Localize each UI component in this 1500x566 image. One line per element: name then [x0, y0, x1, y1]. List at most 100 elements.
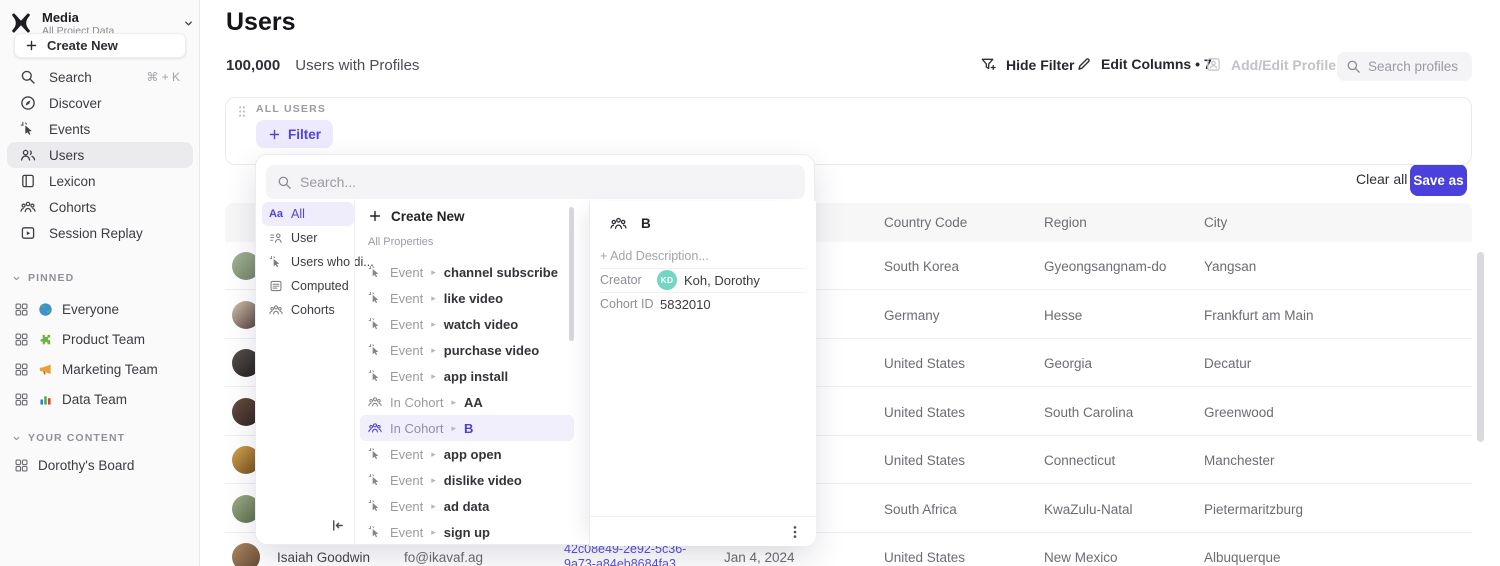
drag-handle-icon[interactable] — [237, 105, 247, 118]
property-prefix: Event — [390, 317, 423, 332]
arrow-separator: ▸ — [431, 475, 436, 486]
property-item-event-sign-up[interactable]: Event ▸ sign up — [360, 519, 574, 545]
column-header-region[interactable]: Region — [1044, 203, 1087, 242]
property-value: AA — [464, 395, 483, 410]
add-filter-label: Filter — [288, 127, 321, 142]
board-grid-icon — [14, 362, 29, 377]
property-item-event-like-video[interactable]: Event ▸ like video — [360, 285, 574, 311]
property-item-event-channel-subscribe[interactable]: Event ▸ channel subscribe — [360, 259, 574, 285]
arrow-separator: ▸ — [451, 423, 456, 434]
edit-columns-button[interactable]: Edit Columns • 7 — [1076, 56, 1212, 72]
dropdown-scrollbar-thumb[interactable] — [569, 207, 574, 341]
category-user[interactable]: User — [262, 226, 354, 250]
events-icon — [368, 499, 382, 513]
property-prefix: Event — [390, 265, 423, 280]
arrow-separator: ▸ — [431, 267, 436, 278]
search-shortcut: ⌘ + K — [146, 70, 180, 84]
save-as-button[interactable]: Save as — [1410, 164, 1467, 196]
board-grid-icon — [14, 458, 29, 473]
bar-chart-emoji-icon — [38, 392, 53, 407]
property-prefix: Event — [390, 499, 423, 514]
user-count-label: Users with Profiles — [295, 57, 419, 74]
cell-region: Georgia — [1044, 339, 1092, 387]
chevron-down-icon — [183, 18, 194, 29]
app-window: Media All Project Data Create New Search… — [0, 0, 1500, 566]
arrow-separator: ▸ — [431, 501, 436, 512]
table-scrollbar-thumb[interactable] — [1477, 252, 1484, 442]
property-item-in-cohort-b[interactable]: In Cohort ▸ B — [360, 415, 574, 441]
property-item-event-ad-data[interactable]: Event ▸ ad data — [360, 493, 574, 519]
cell-country-code: United States — [884, 388, 965, 436]
dropdown-search-input[interactable] — [300, 174, 794, 190]
your-content-item-label: Dorothy's Board — [38, 458, 134, 473]
column-header-city[interactable]: City — [1204, 203, 1227, 242]
globe-emoji-icon — [38, 302, 53, 317]
column-header-country-code[interactable]: Country Code — [884, 203, 967, 242]
property-item-event-watch-video[interactable]: Event ▸ watch video — [360, 311, 574, 337]
plus-icon — [368, 209, 382, 223]
add-filter-button[interactable]: Filter — [256, 120, 333, 148]
property-prefix: Event — [390, 473, 423, 488]
text-aa-icon: Aa — [269, 207, 283, 221]
cell-country-code: South Africa — [884, 485, 957, 533]
creator-name: Koh, Dorothy — [684, 273, 760, 288]
your-content-section-header[interactable]: YOUR CONTENT — [12, 432, 125, 444]
pinned-item-product-team[interactable]: Product Team — [0, 324, 200, 354]
dropdown-create-new-button[interactable]: Create New — [360, 203, 574, 229]
cohort-id-label: Cohort ID — [600, 297, 660, 311]
sidebar-item-label: Session Replay — [49, 226, 143, 241]
sidebar-item-users[interactable]: Users — [7, 142, 193, 168]
collapse-panel-icon[interactable] — [330, 518, 346, 534]
cell-country-code: South Korea — [884, 242, 959, 290]
property-item-event-app-install[interactable]: Event ▸ app install — [360, 363, 574, 389]
category-users-who-did[interactable]: Users who di... — [262, 250, 354, 274]
hide-filter-button[interactable]: Hide Filter — [980, 56, 1074, 73]
property-prefix: In Cohort — [390, 395, 443, 410]
dropdown-divider — [354, 199, 355, 545]
property-item-in-cohort-aa[interactable]: In Cohort ▸ AA — [360, 389, 574, 415]
pinned-item-everyone[interactable]: Everyone — [0, 294, 200, 324]
pinned-item-data-team[interactable]: Data Team — [0, 384, 200, 414]
profiles-search-input[interactable] — [1368, 59, 1463, 74]
category-computed[interactable]: Computed — [262, 274, 354, 298]
add-edit-profile-label: Add/Edit Profile — [1231, 57, 1336, 73]
sidebar-item-cohorts[interactable]: Cohorts — [7, 194, 193, 220]
sidebar-item-session-replay[interactable]: Session Replay — [7, 220, 193, 246]
search-icon — [20, 69, 36, 85]
category-label: Cohorts — [291, 303, 335, 317]
create-new-button[interactable]: Create New — [14, 33, 186, 58]
dropdown-create-new-label: Create New — [391, 209, 465, 224]
cohort-title-row: B — [610, 215, 651, 232]
events-icon — [368, 317, 382, 331]
property-item-event-purchase-video[interactable]: Event ▸ purchase video — [360, 337, 574, 363]
sidebar-item-discover[interactable]: Discover — [7, 90, 193, 116]
category-all[interactable]: Aa All — [262, 202, 354, 226]
cell-city: Yangsan — [1204, 242, 1256, 290]
kebab-menu-icon[interactable] — [787, 524, 803, 540]
property-prefix: Event — [390, 343, 423, 358]
cohorts-icon — [610, 215, 627, 232]
sidebar-item-events[interactable]: Events — [7, 116, 193, 142]
pinned-section-header[interactable]: PINNED — [12, 272, 74, 284]
add-description-button[interactable]: + Add Description... — [600, 249, 709, 263]
sidebar-item-search[interactable]: Search ⌘ + K — [7, 64, 193, 90]
property-prefix: In Cohort — [390, 421, 443, 436]
cell-region: South Carolina — [1044, 388, 1133, 436]
your-content-item-dorothys-board[interactable]: Dorothy's Board — [0, 452, 200, 478]
funnel-plus-icon — [980, 56, 997, 73]
arrow-separator: ▸ — [431, 319, 436, 330]
add-edit-profile-button[interactable]: Add/Edit Profile — [1205, 56, 1336, 73]
property-item-event-app-open[interactable]: Event ▸ app open — [360, 441, 574, 467]
cell-city: Pietermaritzburg — [1204, 485, 1303, 533]
clear-all-button[interactable]: Clear all — [1356, 171, 1407, 187]
sidebar-item-lexicon[interactable]: Lexicon — [7, 168, 193, 194]
pinned-item-marketing-team[interactable]: Marketing Team — [0, 354, 200, 384]
search-icon — [277, 175, 292, 190]
your-content-label: YOUR CONTENT — [28, 432, 125, 444]
property-item-event-dislike-video[interactable]: Event ▸ dislike video — [360, 467, 574, 493]
category-cohorts[interactable]: Cohorts — [262, 298, 354, 322]
arrow-separator: ▸ — [451, 397, 456, 408]
cell-region: New Mexico — [1044, 533, 1118, 566]
creator-label: Creator — [600, 273, 657, 287]
chevron-down-icon — [12, 274, 21, 283]
